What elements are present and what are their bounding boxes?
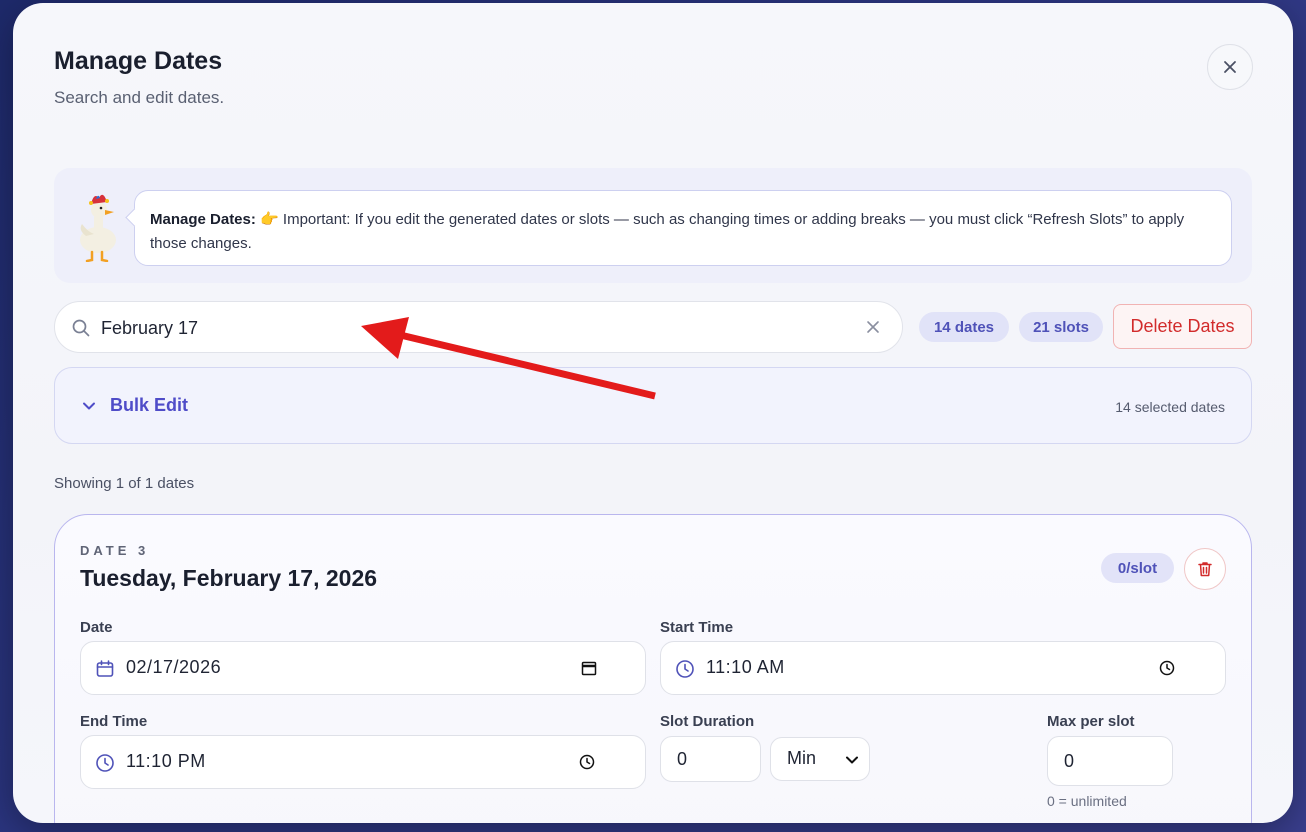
search-input[interactable]: [101, 314, 841, 342]
info-message: Manage Dates: 👉 Important: If you edit t…: [134, 190, 1232, 266]
time-picker-icon[interactable]: [579, 754, 595, 770]
max-per-slot-hint: 0 = unlimited: [1047, 793, 1127, 809]
end-time-input[interactable]: 11:10 PM: [80, 735, 646, 789]
duration-unit-value: Min: [787, 748, 817, 768]
delete-dates-button[interactable]: Delete Dates: [1113, 304, 1252, 349]
max-per-slot-input[interactable]: 0: [1047, 736, 1173, 786]
jester-duck-icon: [80, 194, 116, 262]
clock-icon: [96, 754, 114, 772]
slot-duration-label: Slot Duration: [660, 713, 755, 730]
clock-icon: [676, 660, 694, 678]
manage-dates-modal: Manage Dates Search and edit dates. Mana…: [13, 3, 1293, 823]
start-time-input[interactable]: 11:10 AM: [660, 641, 1226, 695]
close-icon: [1224, 61, 1236, 73]
slots-count-badge: 21 slots: [1019, 312, 1103, 342]
date-index: DATE 3: [80, 543, 150, 558]
start-time-value: 11:10 AM: [706, 657, 785, 677]
calendar-icon: [96, 660, 114, 677]
date-input[interactable]: 02/17/2026: [80, 641, 646, 695]
close-button[interactable]: [1207, 44, 1253, 90]
slot-duration-input[interactable]: 0: [660, 736, 761, 782]
date-field-label: Date: [80, 619, 113, 636]
pointing-hand-icon: 👉: [260, 211, 279, 228]
date-value: 02/17/2026: [126, 657, 222, 677]
bulk-edit-label: Bulk Edit: [110, 395, 189, 415]
duration-unit-select[interactable]: Min: [770, 737, 870, 781]
slot-capacity-badge: 0/slot: [1101, 553, 1174, 583]
delete-date-button[interactable]: [1184, 548, 1226, 590]
results-summary: Showing 1 of 1 dates: [54, 475, 195, 492]
date-picker-icon[interactable]: [581, 660, 597, 676]
trash-icon: [1198, 562, 1212, 577]
max-per-slot-label: Max per slot: [1047, 713, 1135, 730]
date-heading: Tuesday, February 17, 2026: [80, 565, 378, 591]
info-heading: Manage Dates:: [150, 211, 256, 228]
end-time-value: 11:10 PM: [126, 751, 206, 771]
end-time-label: End Time: [80, 713, 148, 730]
chevron-down-icon: [846, 756, 858, 764]
bulk-edit-panel[interactable]: Bulk Edit 14 selected dates: [54, 367, 1252, 444]
dates-count-badge: 14 dates: [919, 312, 1009, 342]
chevron-down-icon: [83, 402, 95, 410]
date-card: DATE 3 Tuesday, February 17, 2026 0/slot…: [54, 514, 1252, 823]
info-panel: Manage Dates: 👉 Important: If you edit t…: [54, 168, 1252, 283]
modal-subtitle: Search and edit dates.: [54, 88, 225, 107]
search-bar: [54, 301, 903, 353]
modal-title: Manage Dates: [54, 47, 223, 75]
info-text: Important: If you edit the generated dat…: [150, 211, 1185, 252]
clear-search-icon[interactable]: [865, 319, 881, 335]
time-picker-icon[interactable]: [1159, 660, 1175, 676]
search-icon: [72, 319, 90, 337]
selected-dates-count: 14 selected dates: [1115, 399, 1225, 415]
start-time-label: Start Time: [660, 619, 734, 636]
